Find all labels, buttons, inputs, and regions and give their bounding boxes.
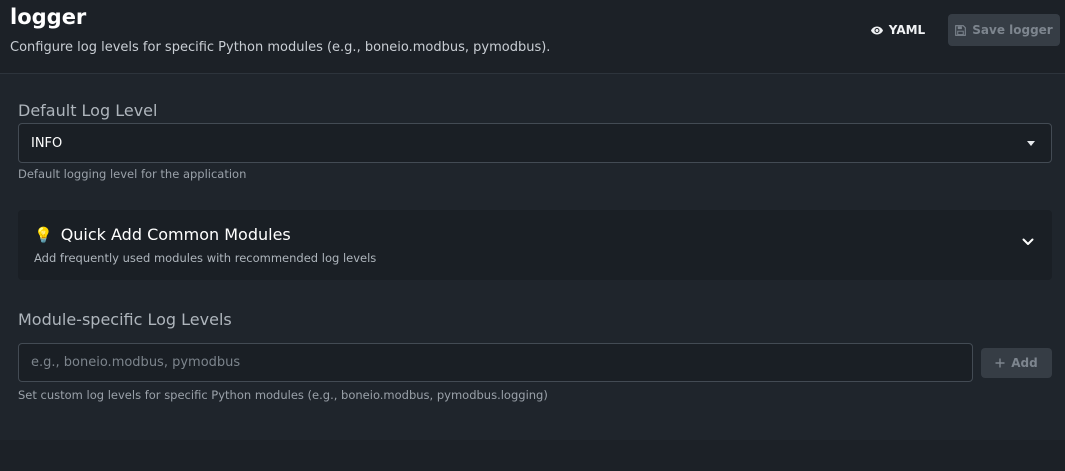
module-log-levels-label: Module-specific Log Levels [18, 310, 232, 329]
page-subtitle: Configure log levels for specific Python… [10, 40, 551, 55]
quick-add-title: Quick Add Common Modules [60, 225, 291, 244]
quick-add-header: 💡 Quick Add Common Modules [34, 225, 291, 244]
yaml-button[interactable]: YAML [864, 16, 932, 44]
caret-down-icon [1027, 141, 1035, 146]
quick-add-panel[interactable]: 💡 Quick Add Common Modules Add frequentl… [18, 210, 1052, 280]
default-log-level-label: Default Log Level [18, 101, 158, 120]
default-log-level-help: Default logging level for the applicatio… [18, 167, 247, 181]
plus-icon [995, 358, 1005, 368]
page-title: logger [10, 5, 87, 29]
page-footer [0, 440, 1065, 471]
save-logger-label: Save logger [972, 23, 1053, 37]
add-module-button[interactable]: Add [981, 348, 1052, 378]
module-name-input[interactable] [18, 343, 973, 382]
default-log-level-value: INFO [31, 135, 63, 151]
eye-icon [870, 26, 883, 34]
yaml-button-label: YAML [888, 23, 926, 37]
save-logger-button[interactable]: Save logger [948, 14, 1060, 46]
floppy-disk-icon [955, 24, 967, 36]
lightbulb-icon: 💡 [34, 225, 53, 244]
default-log-level-select[interactable]: INFO [18, 123, 1052, 163]
add-module-label: Add [1011, 356, 1038, 370]
module-log-levels-help: Set custom log levels for specific Pytho… [18, 388, 548, 402]
quick-add-subtitle: Add frequently used modules with recomme… [34, 251, 377, 265]
chevron-down-icon[interactable] [1022, 238, 1034, 246]
page-header: logger Configure log levels for specific… [0, 0, 1065, 74]
